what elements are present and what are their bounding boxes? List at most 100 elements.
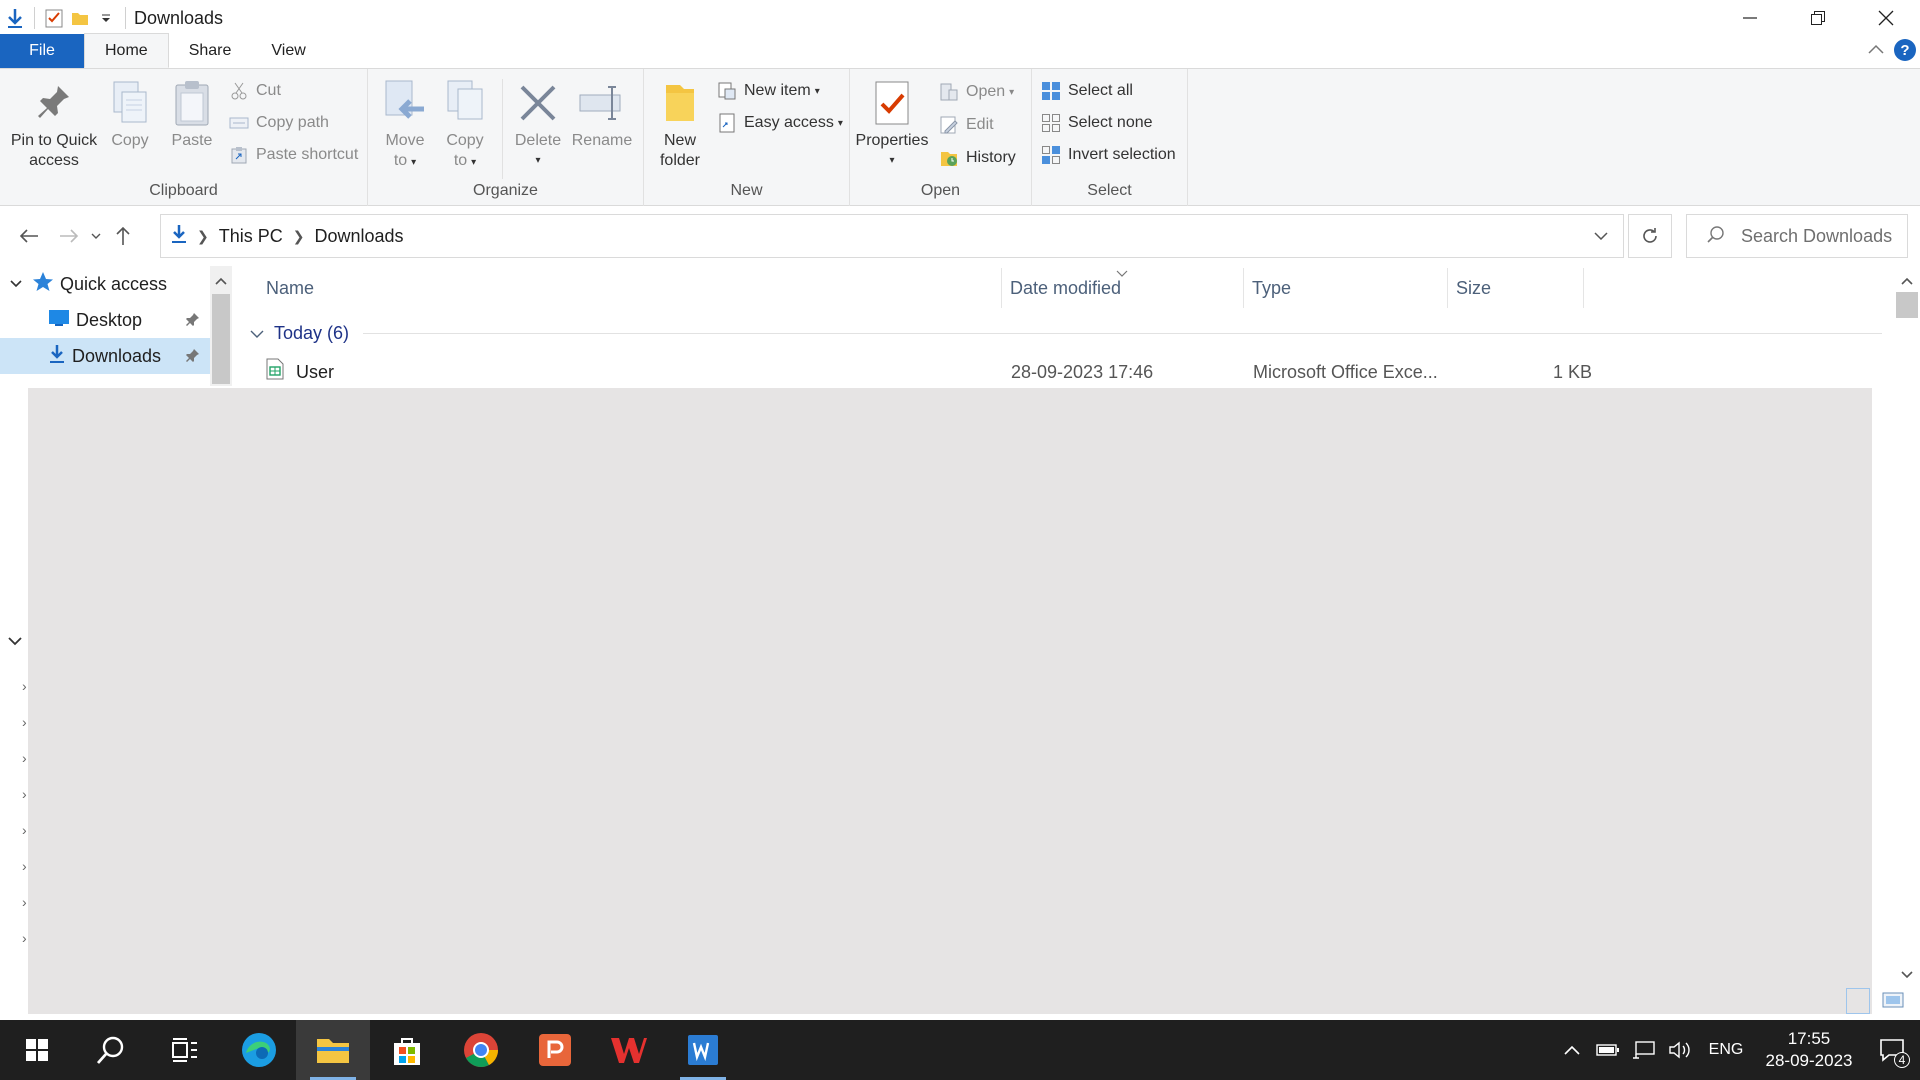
cut-button[interactable]: Cut <box>228 78 281 104</box>
tab-view[interactable]: View <box>251 34 325 68</box>
column-header-date-modified[interactable]: Date modified <box>1002 268 1244 308</box>
address-bar[interactable]: ❯ This PC ❯ Downloads <box>160 214 1624 258</box>
group-header-today[interactable]: Today (6) <box>250 318 1882 348</box>
history-button[interactable]: History <box>938 145 1016 171</box>
task-view-icon[interactable] <box>148 1020 222 1080</box>
forward-arrow-icon[interactable] <box>52 216 86 256</box>
column-header-type[interactable]: Type <box>1244 268 1448 308</box>
details-view-toggle[interactable] <box>1846 988 1870 1014</box>
organize-group: Move to ▾ Copy to ▾ Delete ▾ Rename Organi… <box>368 69 644 206</box>
downloads-arrow-icon[interactable] <box>2 3 28 33</box>
nav-item-quick-access[interactable]: Quick access <box>0 266 210 302</box>
pin-icon[interactable] <box>186 310 200 331</box>
nav-item-desktop[interactable]: Desktop <box>0 302 210 338</box>
paste-button[interactable]: Paste <box>164 77 220 151</box>
language-indicator[interactable]: ENG <box>1698 1041 1754 1059</box>
edit-button[interactable]: Edit <box>938 112 994 138</box>
invert-selection-button[interactable]: Invert selection <box>1040 142 1176 168</box>
restore-button[interactable] <box>1784 0 1852 36</box>
word-app-icon[interactable] <box>666 1020 740 1080</box>
help-icon[interactable]: ? <box>1894 39 1916 61</box>
rename-button[interactable]: Rename <box>570 77 634 151</box>
invert-selection-icon <box>1040 144 1062 166</box>
properties-check-icon <box>867 77 917 129</box>
star-icon <box>32 271 54 298</box>
clipboard-group: Pin to Quick access Copy Paste Cut Copy … <box>0 69 368 206</box>
select-none-label: Select none <box>1068 114 1153 131</box>
scrollbar-thumb[interactable] <box>212 294 230 384</box>
file-explorer-taskbar-icon[interactable] <box>296 1020 370 1080</box>
column-header-size[interactable]: Size <box>1448 268 1584 308</box>
search-icon[interactable] <box>74 1020 148 1080</box>
expand-chevron-icon[interactable] <box>8 634 22 652</box>
navigation-pane-scrollbar[interactable] <box>210 266 232 386</box>
delete-label: Delete <box>514 132 562 149</box>
wps-office-icon[interactable] <box>592 1020 666 1080</box>
breadcrumb-this-pc[interactable]: This PC <box>219 226 283 247</box>
copy-to-button[interactable]: Copy to ▾ <box>440 77 490 173</box>
scroll-up-chevron-icon[interactable] <box>1901 272 1913 290</box>
volume-icon[interactable] <box>1662 1040 1698 1060</box>
customize-toolbar-chevron-icon[interactable] <box>93 3 119 33</box>
history-label: History <box>966 149 1016 166</box>
chrome-browser-icon[interactable] <box>444 1020 518 1080</box>
scrollbar-thumb[interactable] <box>1896 292 1918 318</box>
close-button[interactable] <box>1852 0 1920 36</box>
new-folder-button[interactable]: New folder <box>652 77 708 171</box>
column-header-name[interactable]: Name <box>258 268 1002 308</box>
pin-to-quick-access-button[interactable]: Pin to Quick access <box>8 77 100 171</box>
scroll-up-chevron-icon[interactable] <box>215 272 227 290</box>
copy-button[interactable]: Copy <box>104 77 156 151</box>
copy-path-button[interactable]: Copy path <box>228 110 329 136</box>
tab-file[interactable]: File <box>0 34 84 68</box>
nav-item-downloads[interactable]: Downloads <box>0 338 210 374</box>
open-button[interactable]: Open ▾ <box>938 79 1014 105</box>
tab-home[interactable]: Home <box>84 33 169 68</box>
file-date: 28-09-2023 17:46 <box>1011 362 1154 382</box>
select-none-button[interactable]: Select none <box>1040 110 1153 136</box>
new-folder-icon[interactable] <box>67 3 93 33</box>
search-input[interactable] <box>1741 225 1911 247</box>
open-icon <box>938 81 960 103</box>
show-hidden-icons-chevron-icon[interactable] <box>1554 1045 1590 1055</box>
scroll-down-chevron-icon[interactable] <box>1901 966 1913 984</box>
select-none-icon <box>1040 112 1062 134</box>
delete-button[interactable]: Delete ▾ <box>510 77 566 171</box>
up-arrow-icon[interactable] <box>106 216 140 256</box>
properties-check-icon[interactable] <box>41 3 67 33</box>
minimize-ribbon-chevron-icon[interactable] <box>1868 41 1884 59</box>
breadcrumb-downloads[interactable]: Downloads <box>314 226 403 247</box>
minimize-button[interactable] <box>1716 0 1784 36</box>
clock[interactable]: 17:55 28-09-2023 <box>1754 1028 1864 1072</box>
tab-share[interactable]: Share <box>169 34 252 68</box>
edge-browser-icon[interactable] <box>222 1020 296 1080</box>
file-row[interactable]: User 28-09-2023 17:46 Microsoft Office E… <box>258 354 1592 390</box>
pin-icon[interactable] <box>186 346 200 367</box>
copy-path-icon <box>228 112 250 134</box>
properties-button[interactable]: Properties ▾ <box>854 77 930 171</box>
clock-time: 17:55 <box>1787 1029 1831 1048</box>
breadcrumb-chevron-icon[interactable]: ❯ <box>293 228 305 245</box>
back-arrow-icon[interactable] <box>12 216 46 256</box>
select-all-button[interactable]: Select all <box>1040 78 1133 104</box>
collapse-chevron-icon[interactable] <box>250 323 264 344</box>
refresh-button[interactable] <box>1628 214 1672 258</box>
group-label: Today (6) <box>274 322 350 343</box>
search-box[interactable] <box>1686 214 1911 258</box>
expand-chevron-icon[interactable] <box>0 280 32 288</box>
presentation-app-icon[interactable] <box>518 1020 592 1080</box>
paste-shortcut-button[interactable]: Paste shortcut <box>228 142 358 168</box>
new-item-button[interactable]: New item ▾ <box>716 78 820 104</box>
move-to-button[interactable]: Move to ▾ <box>380 77 430 173</box>
microsoft-store-icon[interactable] <box>370 1020 444 1080</box>
start-button[interactable] <box>0 1020 74 1080</box>
recent-locations-chevron-icon[interactable] <box>86 216 106 256</box>
battery-icon[interactable] <box>1590 1043 1626 1057</box>
large-icons-view-icon[interactable] <box>1882 992 1904 1013</box>
file-list-scrollbar[interactable] <box>1894 266 1920 984</box>
address-history-chevron-icon[interactable] <box>1583 215 1619 257</box>
network-icon[interactable] <box>1626 1040 1662 1060</box>
breadcrumb-chevron-icon[interactable]: ❯ <box>197 228 209 245</box>
easy-access-button[interactable]: Easy access ▾ <box>716 110 843 136</box>
notifications-button[interactable]: 4 <box>1864 1020 1920 1080</box>
